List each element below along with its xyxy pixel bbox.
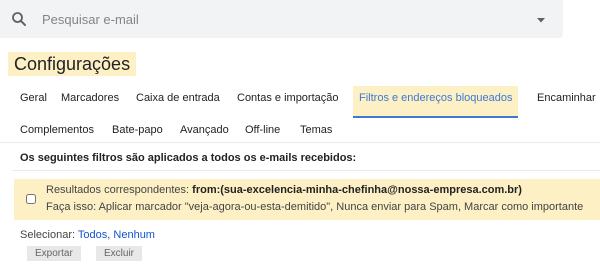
tab-chat[interactable]: Bate-papo [112, 118, 163, 144]
filter-match-criteria: from:(sua-excelencia-minha-chefinha@noss… [192, 184, 522, 196]
search-icon[interactable] [10, 10, 28, 28]
tab-themes[interactable]: Temas [300, 118, 332, 144]
select-all-link[interactable]: Todos [78, 229, 107, 241]
tab-advanced[interactable]: Avançado [180, 118, 229, 144]
filter-checkbox[interactable] [26, 194, 36, 204]
delete-button[interactable]: Excluir [96, 246, 143, 261]
tab-labels[interactable]: Marcadores [61, 86, 119, 118]
tab-forwarding[interactable]: Encaminhar [537, 86, 596, 118]
filter-match-line: Resultados correspondentes: from:(sua-ex… [46, 184, 522, 196]
tabs-divider [0, 142, 600, 143]
tab-inbox[interactable]: Caixa de entrada [136, 86, 220, 118]
tab-addons[interactable]: Complementos [20, 118, 94, 144]
filters-heading: Os seguintes filtros são aplicados a tod… [20, 152, 357, 164]
filter-action-line: Faça isso: Aplicar marcador "veja-agora-… [46, 201, 584, 213]
selection-row: Selecionar: Todos, Nenhum [20, 229, 155, 241]
caret-down-icon[interactable] [534, 13, 548, 27]
export-button[interactable]: Exportar [27, 246, 81, 261]
search-input[interactable] [42, 9, 512, 29]
tab-offline[interactable]: Off-line [245, 118, 280, 144]
selection-separator: , [107, 229, 111, 241]
page-title: Configurações [8, 52, 137, 76]
select-none-link[interactable]: Nenhum [113, 229, 155, 241]
filter-match-prefix: Resultados correspondentes: [46, 184, 190, 196]
filter-row[interactable]: Resultados correspondentes: from:(sua-ex… [14, 179, 600, 220]
tab-general[interactable]: Geral [20, 86, 47, 118]
tab-filters-blocked[interactable]: Filtros e endereços bloqueados [353, 86, 519, 118]
heading-divider [12, 170, 600, 171]
selection-prefix: Selecionar: [20, 229, 76, 241]
search-bar [0, 0, 563, 38]
tab-accounts-import[interactable]: Contas e importação [237, 86, 339, 118]
